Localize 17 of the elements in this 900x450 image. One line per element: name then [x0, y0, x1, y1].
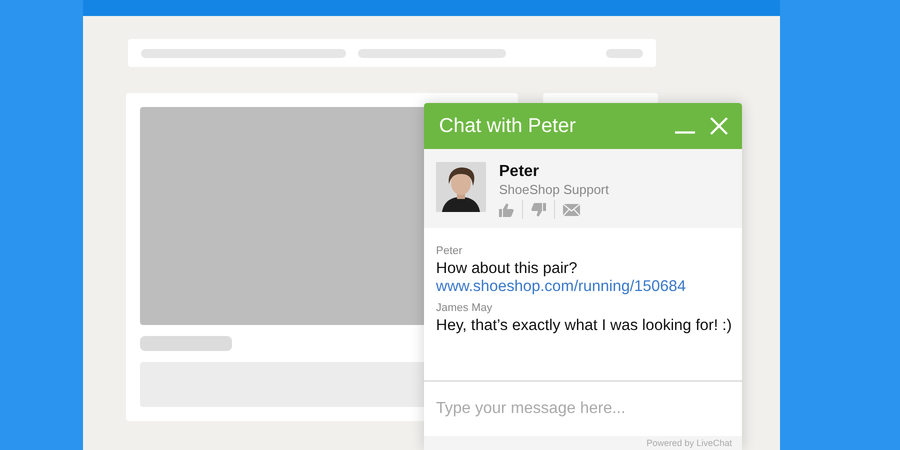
message-author: James May [436, 302, 494, 314]
message-text: How about this pair? [436, 260, 578, 278]
powered-by-text: Powered by LiveChat [646, 438, 732, 448]
message-input[interactable]: Type your message here... [424, 382, 742, 436]
placeholder-bar [606, 48, 643, 58]
close-button[interactable] [709, 116, 729, 136]
thumbs-down-icon [531, 202, 546, 216]
thumbs-up-icon [499, 202, 514, 216]
envelope-icon [563, 204, 580, 216]
message-author: Peter [436, 245, 464, 257]
agent-role: ShoeShop Support [499, 182, 609, 197]
message-text: Hey, that’s exactly what I was looking for! :) [436, 317, 730, 335]
agent-name: Peter [499, 163, 540, 181]
minimize-icon [675, 131, 695, 134]
close-icon [710, 117, 728, 135]
chat-title: Chat with Peter [439, 114, 577, 138]
message-link[interactable]: www.shoeshop.com/running/150684 [436, 278, 730, 296]
